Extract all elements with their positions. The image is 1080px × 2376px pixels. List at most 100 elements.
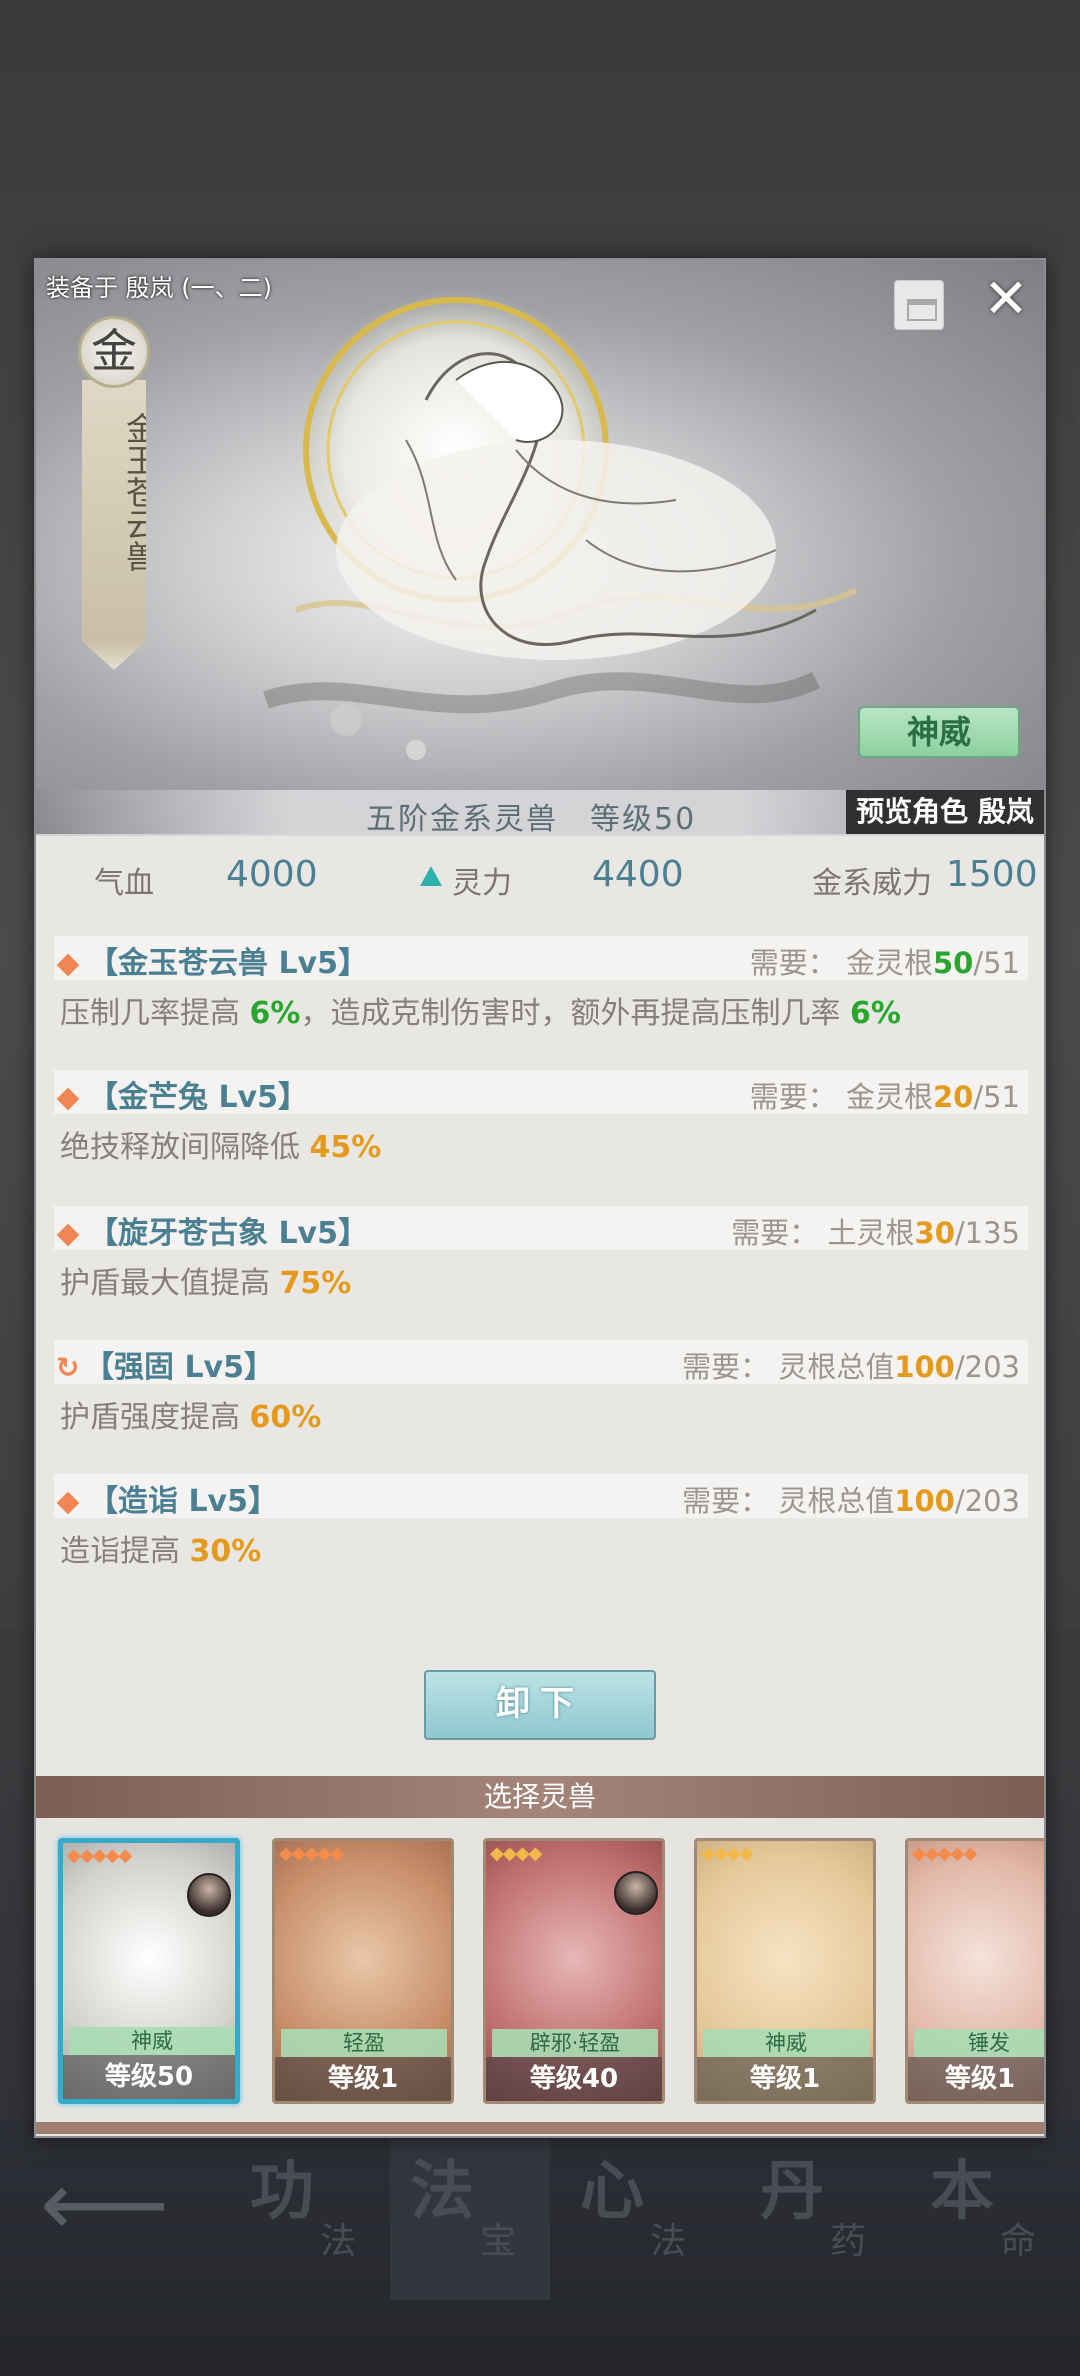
refresh-icon: ↻ <box>56 1351 80 1384</box>
card-trait-tag: 辟邪·轻盈 <box>492 2029 658 2057</box>
nav-tab-benming[interactable]: 本命 <box>910 2140 1070 2300</box>
req-have: 100 <box>894 1484 955 1518</box>
preview-character-button[interactable]: 预览角色 殷岚 <box>846 790 1044 834</box>
req-type: 金灵根 <box>845 946 933 980</box>
nav-tab-gongfa[interactable]: 功法 <box>230 2140 390 2300</box>
metal-power-value: 1500 <box>946 854 1038 895</box>
req-have: 50 <box>932 946 974 980</box>
card-level: 等级1 <box>275 2057 451 2101</box>
desc-value: 30% <box>189 1534 262 1569</box>
nav-tab-main-char: 丹 <box>760 2154 824 2229</box>
beast-hero-area: 装备于 殷岚 (一、二) 金玉苍云兽 金 ✕ 神威 五阶金系灵兽 等级50 预览… <box>36 260 1044 837</box>
req-type: 土灵根 <box>827 1216 915 1250</box>
card-level: 等级1 <box>697 2057 873 2101</box>
diamond-icon <box>56 1087 80 1110</box>
grade-level-text: 五阶金系灵兽 等级50 <box>366 802 697 837</box>
beast-illustration <box>263 290 858 760</box>
skill-name: 【金芒兔 Lv5】 <box>88 1080 308 1115</box>
unequip-button[interactable]: 卸下 <box>424 1670 656 1740</box>
desc-value: 60% <box>249 1400 322 1435</box>
skill-item: 【造诣 Lv5】 需要： 灵根总值100/203 造诣提高 30% <box>54 1474 1028 1570</box>
beast-name: 金玉苍云兽 <box>121 412 159 572</box>
card-trait-tag: 神威 <box>69 2027 235 2055</box>
req-type: 灵根总值 <box>778 1350 895 1384</box>
skill-description: 压制几率提高 6%，造成克制伤害时，额外再提高压制几率 6% <box>54 988 1028 1032</box>
skill-name: 【金玉苍云兽 Lv5】 <box>88 946 368 981</box>
skill-name: 【强固 Lv5】 <box>84 1350 274 1385</box>
desc-text: ，造成克制伤害时，额外再提高压制几率 <box>300 996 851 1031</box>
skill-requirement: 需要： 金灵根20/51 <box>750 1074 1020 1116</box>
nav-tab-sub-char: 法 <box>650 2221 687 2262</box>
element-badge: 金 <box>78 316 150 388</box>
req-have: 20 <box>932 1080 974 1114</box>
req-total: /51 <box>973 1080 1020 1114</box>
metal-power-label: 金系威力 <box>812 866 932 901</box>
req-label: 需要： <box>682 1350 770 1384</box>
diamond-icon <box>56 1491 80 1514</box>
req-have: 30 <box>914 1216 955 1250</box>
hide-ui-icon[interactable] <box>894 280 944 330</box>
nav-tab-sub-char: 命 <box>1000 2221 1037 2262</box>
skill-requirement: 需要： 灵根总值100/203 <box>682 1478 1020 1520</box>
req-total: /135 <box>954 1216 1020 1250</box>
skill-description: 绝技释放间隔降低 45% <box>54 1122 1028 1166</box>
nav-tab-main-char: 心 <box>580 2154 644 2229</box>
beast-name-banner: 金玉苍云兽 <box>82 380 146 670</box>
skill-name: 【造诣 Lv5】 <box>88 1484 278 1519</box>
req-label: 需要： <box>682 1484 770 1518</box>
beast-card[interactable]: ◆◆◆◆ 神威 等级1 <box>694 1838 876 2104</box>
beast-card[interactable]: ◆◆◆◆◆ 锤发 等级1 <box>905 1838 1044 2104</box>
desc-value: 75% <box>279 1266 352 1301</box>
star-rating-icon: ◆◆◆◆◆ <box>67 1845 132 1866</box>
hp-label: 气血 <box>94 866 154 901</box>
desc-value: 6% <box>850 996 901 1031</box>
desc-text: 压制几率提高 <box>60 996 250 1031</box>
nav-tab-danyao[interactable]: 丹药 <box>740 2140 900 2300</box>
spirit-label: 灵力 <box>452 866 512 901</box>
skill-requirement: 需要： 土灵根30/135 <box>731 1210 1020 1252</box>
select-beast-title: 选择灵兽 <box>36 1776 1044 1818</box>
star-rating-icon: ◆◆◆◆◆ <box>279 1843 344 1864</box>
avatar <box>187 1873 231 1917</box>
req-have: 100 <box>894 1350 955 1384</box>
card-trait-tag: 锤发 <box>914 2029 1044 2057</box>
nav-tab-sub-char: 药 <box>830 2221 867 2262</box>
beast-card[interactable]: ◆◆◆◆◆ 神威 等级50 <box>58 1838 240 2104</box>
desc-text: 绝技释放间隔降低 <box>60 1130 310 1165</box>
stats-row: 气血 4000 灵力 4400 金系威力 1500 <box>36 854 1044 908</box>
spirit-value: 4400 <box>592 854 684 895</box>
desc-text: 护盾最大值提高 <box>60 1266 280 1301</box>
card-trait-tag: 神威 <box>703 2029 869 2057</box>
card-trait-tag: 轻盈 <box>281 2029 447 2057</box>
skill-name: 【旋牙苍古象 Lv5】 <box>88 1216 368 1251</box>
skill-requirement: 需要： 金灵根50/51 <box>750 940 1020 982</box>
beast-card[interactable]: ◆◆◆◆◆ 轻盈 等级1 <box>272 1838 454 2104</box>
spirit-beast-dialog: 装备于 殷岚 (一、二) 金玉苍云兽 金 ✕ 神威 五阶金系灵兽 等级50 预览… <box>34 258 1046 2138</box>
req-total: /51 <box>973 946 1020 980</box>
nav-tab-main-char: 本 <box>930 2154 994 2229</box>
nav-tab-main-char: 功 <box>250 2154 314 2229</box>
nav-tab-xinfa[interactable]: 心法 <box>560 2140 720 2300</box>
trait-button[interactable]: 神威 <box>858 706 1020 758</box>
diamond-icon <box>56 953 80 976</box>
skill-requirement: 需要： 灵根总值100/203 <box>682 1344 1020 1386</box>
hp-value: 4000 <box>226 854 318 895</box>
close-icon[interactable]: ✕ <box>980 272 1032 330</box>
beast-card-list[interactable]: ◆◆◆◆◆ 神威 等级50 ◆◆◆◆◆ 轻盈 等级1 ◆◆◆◆ 辟邪·轻盈 等级… <box>36 1818 1044 2136</box>
star-rating-icon: ◆◆◆◆ <box>701 1843 753 1864</box>
nav-tab-sub-char: 宝 <box>480 2221 517 2262</box>
nav-tab-main-char: 法 <box>410 2154 474 2229</box>
beast-card[interactable]: ◆◆◆◆ 辟邪·轻盈 等级40 <box>483 1838 665 2104</box>
nav-tab-sub-char: 法 <box>320 2221 357 2262</box>
back-arrow-icon[interactable]: ⟵ <box>40 2160 169 2250</box>
divider <box>36 2122 1044 2134</box>
req-label: 需要： <box>749 1080 837 1114</box>
card-level: 等级1 <box>908 2057 1044 2101</box>
req-label: 需要： <box>749 946 837 980</box>
desc-text: 造诣提高 <box>60 1534 190 1569</box>
skill-description: 护盾强度提高 60% <box>54 1392 1028 1436</box>
desc-text: 护盾强度提高 <box>60 1400 250 1435</box>
req-total: /203 <box>954 1350 1020 1384</box>
card-level: 等级40 <box>486 2057 662 2101</box>
nav-tab-fabao[interactable]: 法宝 <box>390 2140 550 2300</box>
